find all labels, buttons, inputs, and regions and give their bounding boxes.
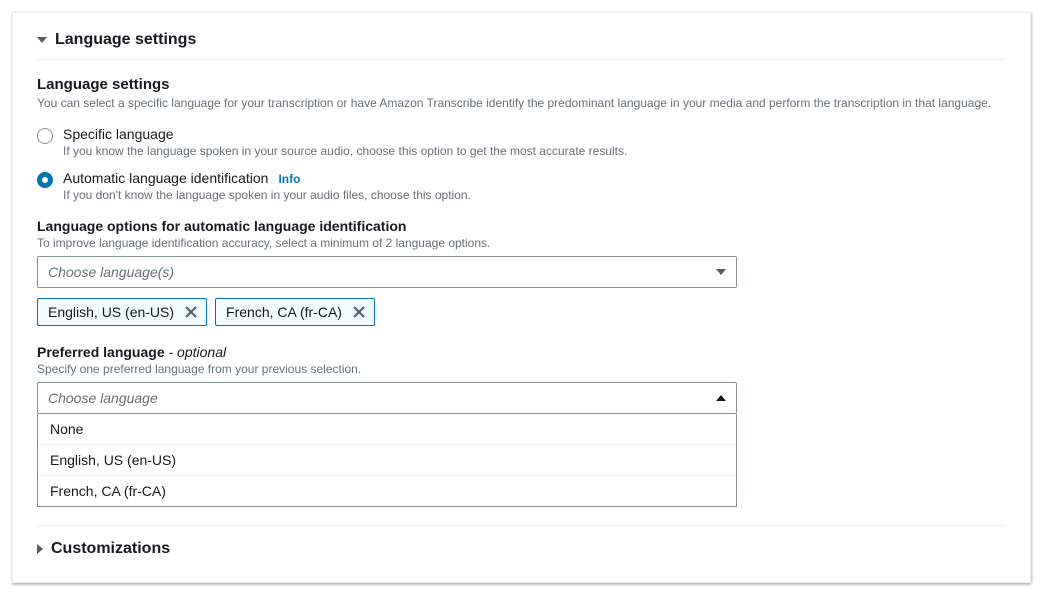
language-options-field: Language options for automatic language … — [37, 218, 1006, 326]
language-options-label: Language options for automatic language … — [37, 218, 1006, 234]
language-settings-description: You can select a specific language for y… — [37, 95, 1006, 112]
selected-language-tokens: English, US (en-US) French, CA (fr-CA) — [37, 298, 1006, 326]
preferred-language-field: Preferred language - optional Specify on… — [37, 344, 1006, 507]
language-settings-header[interactable]: Language settings — [37, 31, 1006, 60]
token-english-us: English, US (en-US) — [37, 298, 207, 326]
option-english-us[interactable]: English, US (en-US) — [38, 445, 736, 476]
settings-panel: Language settings Language settings You … — [12, 12, 1031, 583]
language-options-hint: To improve language identification accur… — [37, 236, 1006, 250]
info-link[interactable]: Info — [278, 172, 300, 186]
radio-specific-hint: If you know the language spoken in your … — [63, 144, 1006, 158]
radio-specific-label: Specific language — [63, 126, 1006, 142]
radio-automatic-hint: If you don't know the language spoken in… — [63, 188, 1006, 202]
language-mode-radio-group: Specific language If you know the langua… — [37, 126, 1006, 202]
chevron-down-icon — [716, 269, 726, 275]
preferred-language-hint: Specify one preferred language from your… — [37, 362, 1006, 376]
radio-icon — [37, 128, 53, 144]
token-label: French, CA (fr-CA) — [226, 304, 342, 320]
preferred-language-placeholder: Choose language — [48, 390, 158, 406]
option-none[interactable]: None — [38, 414, 736, 445]
close-icon[interactable] — [352, 305, 366, 319]
radio-automatic-label: Automatic language identification — [63, 170, 268, 186]
preferred-language-options-list: None English, US (en-US) French, CA (fr-… — [37, 414, 737, 507]
close-icon[interactable] — [184, 305, 198, 319]
customizations-title: Customizations — [51, 540, 170, 558]
language-settings-title: Language settings — [55, 31, 196, 49]
radio-automatic-language[interactable]: Automatic language identification Info I… — [37, 170, 1006, 202]
option-french-ca[interactable]: French, CA (fr-CA) — [38, 476, 736, 506]
token-french-ca: French, CA (fr-CA) — [215, 298, 375, 326]
chevron-down-icon — [37, 37, 47, 43]
preferred-language-label: Preferred language - optional — [37, 344, 1006, 360]
radio-icon-selected — [37, 172, 53, 188]
radio-specific-language[interactable]: Specific language If you know the langua… — [37, 126, 1006, 158]
chevron-right-icon — [37, 544, 43, 554]
chevron-up-icon — [716, 395, 726, 401]
language-options-placeholder: Choose language(s) — [48, 264, 174, 280]
language-settings-subtitle: Language settings — [37, 76, 1006, 93]
preferred-language-dropdown: Choose language None English, US (en-US)… — [37, 382, 737, 507]
preferred-language-select[interactable]: Choose language — [37, 382, 737, 414]
customizations-header[interactable]: Customizations — [37, 525, 1006, 558]
language-options-select[interactable]: Choose language(s) — [37, 256, 737, 288]
token-label: English, US (en-US) — [48, 304, 174, 320]
language-settings-body: Language settings You can select a speci… — [37, 76, 1006, 507]
